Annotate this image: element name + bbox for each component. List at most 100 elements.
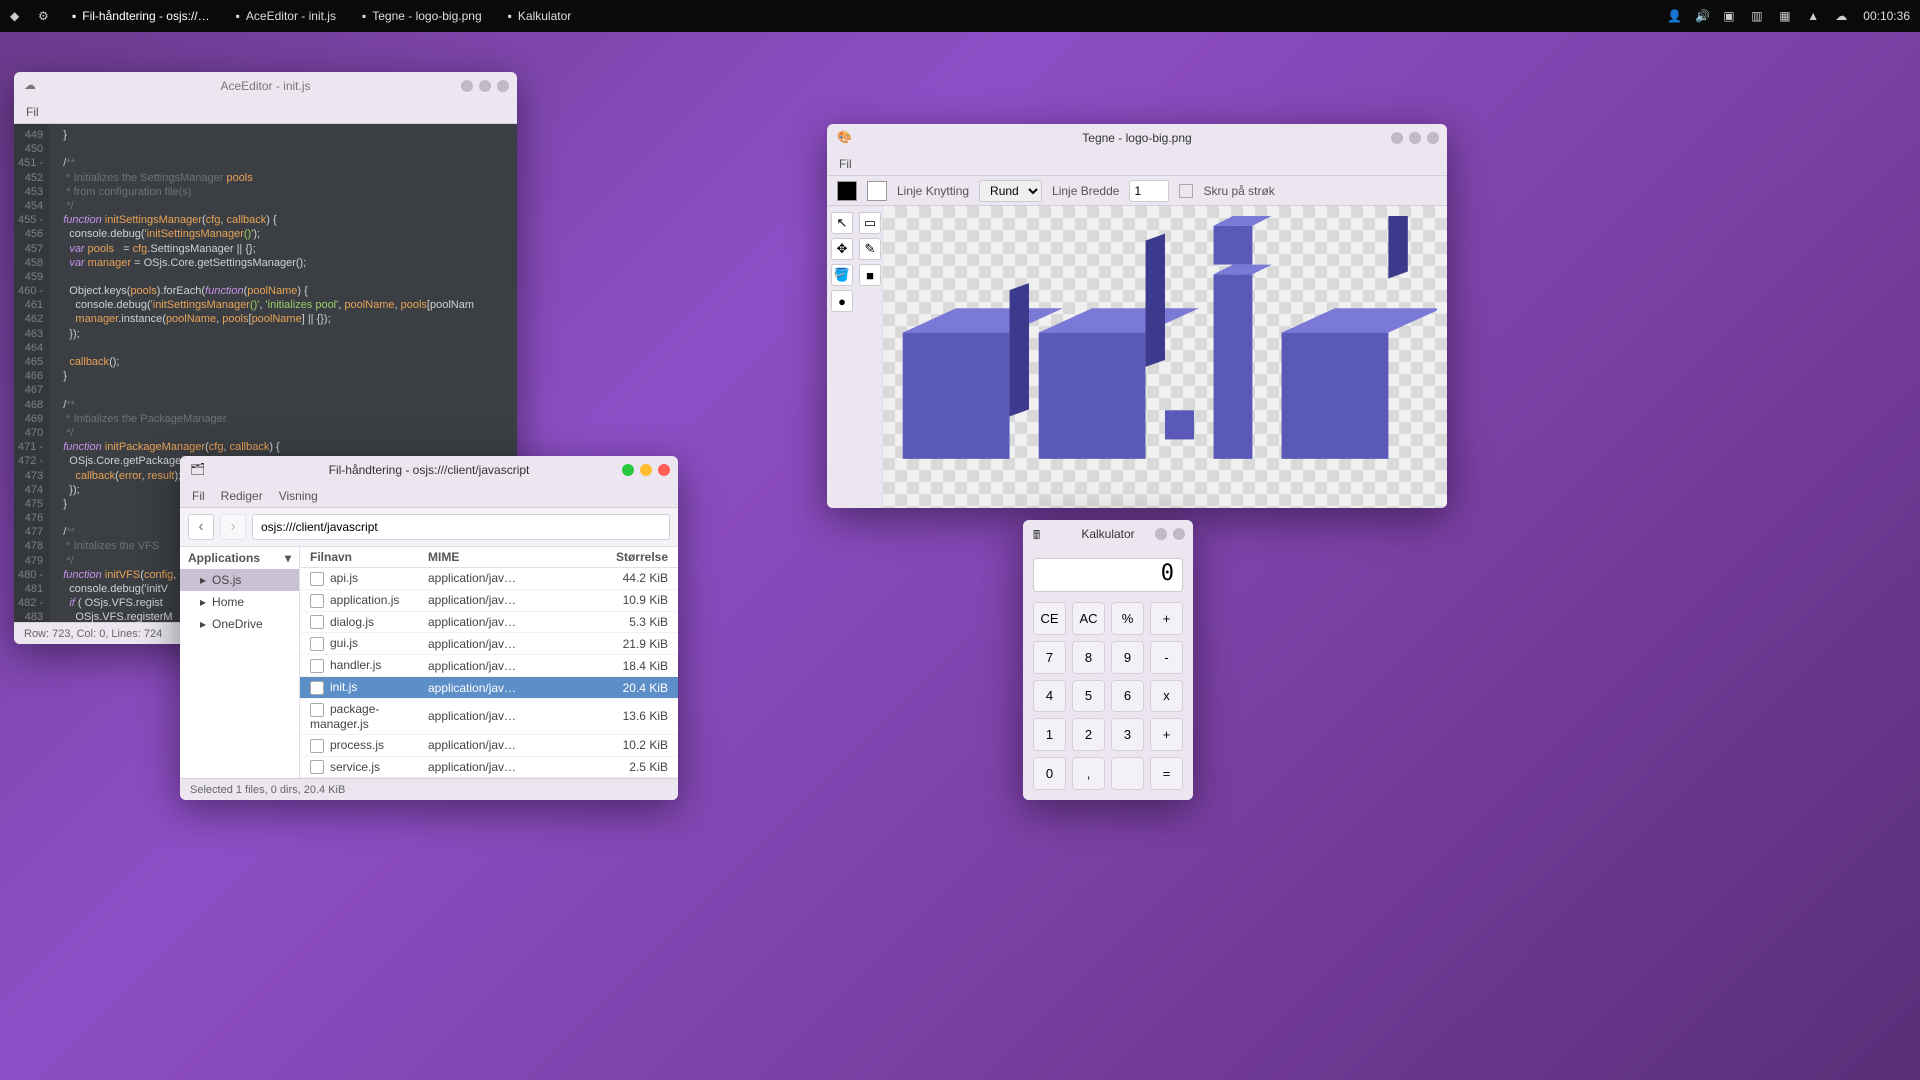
calc-key[interactable]: + bbox=[1150, 602, 1183, 635]
maximize-button[interactable] bbox=[1409, 132, 1421, 144]
file-row[interactable]: service.jsapplication/jav…2.5 KiB bbox=[300, 757, 678, 778]
close-button[interactable] bbox=[658, 464, 670, 476]
settings-icon[interactable]: ⚙ bbox=[38, 9, 52, 23]
menu-item[interactable]: Fil bbox=[839, 157, 852, 171]
tool-pencil[interactable]: ✎ bbox=[859, 238, 881, 260]
close-button[interactable] bbox=[497, 80, 509, 92]
calc-key[interactable]: 9 bbox=[1111, 641, 1144, 674]
file-icon bbox=[310, 739, 324, 753]
calc-key[interactable]: 7 bbox=[1033, 641, 1066, 674]
file-row[interactable]: handler.jsapplication/jav…18.4 KiB bbox=[300, 655, 678, 677]
file-row[interactable]: gui.jsapplication/jav…21.9 KiB bbox=[300, 633, 678, 655]
calc-key[interactable]: 3 bbox=[1111, 718, 1144, 751]
file-row[interactable]: api.jsapplication/jav…44.2 KiB bbox=[300, 568, 678, 590]
nav-back-button[interactable]: ‹ bbox=[188, 514, 214, 540]
col-size[interactable]: Størrelse bbox=[578, 550, 668, 564]
clock: 00:10:36 bbox=[1863, 9, 1910, 23]
calc-key[interactable]: 4 bbox=[1033, 680, 1066, 713]
calc-key[interactable]: AC bbox=[1072, 602, 1105, 635]
menu-item[interactable]: Fil bbox=[192, 489, 205, 503]
address-input[interactable] bbox=[252, 514, 670, 540]
close-button[interactable] bbox=[1173, 528, 1185, 540]
background-swatch[interactable] bbox=[867, 181, 887, 201]
weather-icon[interactable]: ☁ bbox=[1835, 9, 1849, 23]
col-name[interactable]: Filnavn bbox=[310, 550, 428, 564]
app-icon: 🗂 bbox=[190, 462, 206, 478]
line-width-label: Linje Bredde bbox=[1052, 184, 1119, 198]
sidebar-item[interactable]: ▸OneDrive bbox=[180, 613, 299, 635]
window-titlebar[interactable]: 🗂 Fil-håndtering - osjs:///client/javasc… bbox=[180, 456, 678, 484]
calc-key[interactable] bbox=[1111, 757, 1144, 790]
file-row[interactable]: init.jsapplication/jav…20.4 KiB bbox=[300, 677, 678, 699]
minimize-button[interactable] bbox=[1155, 528, 1167, 540]
top-panel: ◆ ⚙ ▪Fil-håndtering - osjs://… ▪AceEditor… bbox=[0, 0, 1920, 32]
calc-key[interactable]: x bbox=[1150, 680, 1183, 713]
menu-item[interactable]: Fil bbox=[26, 105, 39, 119]
window-titlebar[interactable]: 🖩 Kalkulator bbox=[1023, 520, 1193, 548]
maximize-button[interactable] bbox=[479, 80, 491, 92]
taskbar-item[interactable]: ▪Fil-håndtering - osjs://… bbox=[66, 9, 216, 23]
menu-item[interactable]: Visning bbox=[279, 489, 318, 503]
line-width-input[interactable] bbox=[1129, 180, 1169, 202]
sidebar-item[interactable]: ▸Home bbox=[180, 591, 299, 613]
calc-key[interactable]: % bbox=[1111, 602, 1144, 635]
maximize-button[interactable] bbox=[640, 464, 652, 476]
calc-key[interactable]: 8 bbox=[1072, 641, 1105, 674]
tray-icon-3[interactable]: ▦ bbox=[1779, 9, 1793, 23]
user-icon[interactable]: 👤 bbox=[1667, 9, 1681, 23]
tool-select[interactable]: ▭ bbox=[859, 212, 881, 234]
volume-icon[interactable]: 🔊 bbox=[1695, 9, 1709, 23]
close-button[interactable] bbox=[1427, 132, 1439, 144]
sidebar-label: Home bbox=[212, 595, 244, 609]
menu-icon[interactable]: ◆ bbox=[10, 9, 24, 23]
calc-key[interactable]: 2 bbox=[1072, 718, 1105, 751]
file-row[interactable]: dialog.jsapplication/jav…5.3 KiB bbox=[300, 612, 678, 634]
tray-icon-4[interactable]: ▲ bbox=[1807, 9, 1821, 23]
calc-key[interactable]: CE bbox=[1033, 602, 1066, 635]
tool-circle-filled[interactable]: ● bbox=[831, 290, 853, 312]
sidebar-item[interactable]: ▸OS.js bbox=[180, 569, 299, 591]
minimize-button[interactable] bbox=[1391, 132, 1403, 144]
app-icon: ☁ bbox=[24, 78, 40, 94]
file-row[interactable]: process.jsapplication/jav…10.2 KiB bbox=[300, 735, 678, 757]
tray-icon-1[interactable]: ▣ bbox=[1723, 9, 1737, 23]
minimize-button[interactable] bbox=[622, 464, 634, 476]
file-row[interactable]: application.jsapplication/jav…10.9 KiB bbox=[300, 590, 678, 612]
file-row[interactable]: package-manager.jsapplication/jav…13.6 K… bbox=[300, 699, 678, 735]
logo-image bbox=[893, 216, 1437, 498]
tool-swatch-black[interactable]: ■ bbox=[859, 264, 881, 286]
calc-key[interactable]: 1 bbox=[1033, 718, 1066, 751]
line-join-select[interactable]: Rund bbox=[979, 180, 1042, 202]
window-draw: 🎨 Tegne - logo-big.png Fil Linje Knyttin… bbox=[827, 124, 1447, 508]
line-join-label: Linje Knytting bbox=[897, 184, 969, 198]
window-title: AceEditor - init.js bbox=[220, 79, 310, 93]
calc-key[interactable]: 6 bbox=[1111, 680, 1144, 713]
stroke-checkbox[interactable] bbox=[1179, 184, 1193, 198]
taskbar-item[interactable]: ▪Tegne - logo-big.png bbox=[356, 9, 488, 23]
apple-icon[interactable] bbox=[1639, 9, 1653, 23]
calc-key[interactable]: 5 bbox=[1072, 680, 1105, 713]
draw-canvas[interactable] bbox=[883, 206, 1447, 508]
col-mime[interactable]: MIME bbox=[428, 550, 578, 564]
tool-move[interactable]: ✥ bbox=[831, 238, 853, 260]
calc-key[interactable]: , bbox=[1072, 757, 1105, 790]
sidebar-label: OneDrive bbox=[212, 617, 263, 631]
calc-key[interactable]: + bbox=[1150, 718, 1183, 751]
minimize-button[interactable] bbox=[461, 80, 473, 92]
window-titlebar[interactable]: ☁ AceEditor - init.js bbox=[14, 72, 517, 100]
tray-icon-2[interactable]: ▥ bbox=[1751, 9, 1765, 23]
menu-item[interactable]: Rediger bbox=[221, 489, 263, 503]
taskbar-item[interactable]: ▪AceEditor - init.js bbox=[230, 9, 342, 23]
tool-bucket[interactable]: 🪣 bbox=[831, 264, 853, 286]
tool-pointer[interactable]: ↖ bbox=[831, 212, 853, 234]
side-expand-icon[interactable]: ▾ bbox=[285, 551, 291, 565]
file-icon bbox=[310, 637, 324, 651]
calc-key[interactable]: = bbox=[1150, 757, 1183, 790]
taskbar-item[interactable]: ▪Kalkulator bbox=[502, 9, 578, 23]
nav-forward-button[interactable]: › bbox=[220, 514, 246, 540]
calc-key[interactable]: 0 bbox=[1033, 757, 1066, 790]
window-titlebar[interactable]: 🎨 Tegne - logo-big.png bbox=[827, 124, 1447, 152]
sidebar-label: OS.js bbox=[212, 573, 241, 587]
calc-key[interactable]: - bbox=[1150, 641, 1183, 674]
foreground-swatch[interactable] bbox=[837, 181, 857, 201]
